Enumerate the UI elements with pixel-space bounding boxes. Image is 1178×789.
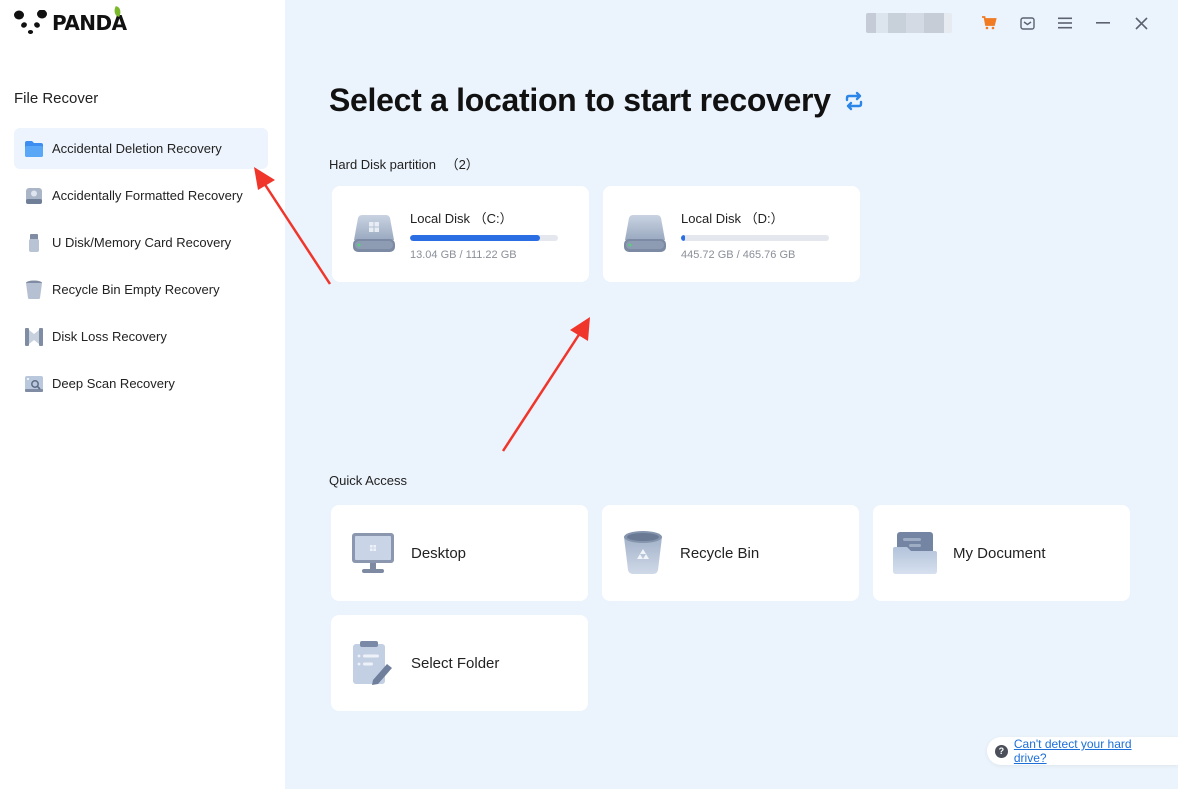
sidebar-item-label: Recycle Bin Empty Recovery — [52, 282, 220, 297]
hard-drive-icon — [353, 215, 395, 252]
quick-access-label: My Document — [953, 544, 1046, 562]
message-icon — [1019, 16, 1035, 30]
hard-drive-icon — [624, 215, 666, 252]
page-title: Select a location to start recovery — [329, 82, 865, 119]
panda-logo-icon — [14, 10, 47, 34]
user-account[interactable] — [866, 13, 952, 33]
sidebar-item-formatted[interactable]: Accidentally Formatted Recovery — [14, 175, 268, 216]
sidebar-item-label: U Disk/Memory Card Recovery — [52, 235, 232, 250]
app-logo-text: PANDA — [52, 6, 127, 35]
quick-access-label: Recycle Bin — [680, 544, 760, 562]
disk-size: 13.04 GB / 111.22 GB — [410, 248, 517, 261]
quick-access-heading: Quick Access — [329, 473, 408, 488]
sidebar-item-usb[interactable]: U Disk/Memory Card Recovery — [14, 222, 268, 263]
deep-scan-icon — [24, 374, 44, 394]
menu-icon — [1058, 17, 1072, 29]
select-folder-icon — [353, 641, 392, 685]
document-folder-icon — [893, 532, 937, 574]
disk-name: Local Disk （D:） — [681, 210, 784, 226]
close-button[interactable] — [1122, 12, 1160, 34]
sidebar-item-deep-scan[interactable]: Deep Scan Recovery — [14, 363, 268, 404]
message-button[interactable] — [1008, 12, 1046, 34]
partitions-count: （2） — [445, 157, 479, 172]
sidebar-nav: Accidental Deletion Recovery Accidentall… — [14, 128, 268, 410]
sidebar-item-label: Disk Loss Recovery — [52, 329, 167, 344]
annotation-arrow — [501, 317, 590, 452]
usb-icon — [24, 233, 44, 253]
app-logo: PANDA — [14, 6, 127, 38]
disk-usage-fill — [681, 234, 686, 241]
sidebar-item-accidental-deletion[interactable]: Accidental Deletion Recovery — [14, 128, 268, 169]
drive-icon — [24, 186, 44, 206]
disk-card-d[interactable]: Local Disk （D:） 445.72 GB / 465.76 GB — [603, 186, 860, 282]
quick-access-desktop[interactable]: Desktop — [331, 505, 588, 601]
question-icon: ? — [995, 744, 1008, 758]
disk-card-c[interactable]: Local Disk （C:） 13.04 GB / 111.22 GB — [332, 186, 589, 282]
cant-detect-drive-link[interactable]: Can't detect your hard drive? — [1014, 737, 1166, 765]
refresh-button[interactable] — [843, 90, 865, 112]
page-title-text: Select a location to start recovery — [329, 82, 831, 118]
sidebar-item-label: Accidental Deletion Recovery — [52, 141, 222, 156]
help-widget: ? Can't detect your hard drive? — [987, 737, 1178, 765]
sidebar: PANDA File Recover Accidental Deletion R… — [0, 0, 285, 789]
trash-icon — [24, 280, 44, 300]
minimize-button[interactable] — [1084, 12, 1122, 34]
cart-button[interactable] — [970, 12, 1008, 34]
close-icon — [1134, 16, 1148, 30]
minimize-icon — [1096, 22, 1110, 24]
quick-access-select-folder[interactable]: Select Folder — [331, 615, 588, 711]
quick-access-label: Select Folder — [411, 654, 500, 672]
sidebar-item-disk-loss[interactable]: Disk Loss Recovery — [14, 316, 268, 357]
quick-access-my-document[interactable]: My Document — [873, 505, 1130, 601]
quick-access-recycle-bin[interactable]: Recycle Bin — [602, 505, 859, 601]
refresh-icon — [845, 91, 862, 110]
section-title: File Recover — [14, 90, 99, 107]
partitions-heading: Hard Disk partition （2） — [329, 154, 479, 173]
sidebar-item-label: Deep Scan Recovery — [52, 376, 175, 391]
disk-usage-bar — [681, 234, 829, 241]
disk-usage-fill — [410, 234, 541, 241]
disk-usage-bar — [410, 234, 558, 241]
partitions-label: Hard Disk partition — [329, 157, 436, 172]
folder-icon — [24, 139, 44, 159]
sidebar-item-recycle-bin[interactable]: Recycle Bin Empty Recovery — [14, 269, 268, 310]
desktop-icon — [352, 533, 394, 573]
disk-size: 445.72 GB / 465.76 GB — [681, 248, 796, 261]
quick-access-label: Desktop — [411, 544, 467, 562]
disk-info: Local Disk （D:） 445.72 GB / 465.76 GB — [681, 208, 829, 261]
disk-loss-icon — [24, 327, 44, 347]
title-bar — [866, 12, 1160, 34]
cart-icon — [982, 16, 997, 30]
recycle-bin-icon — [624, 531, 662, 574]
disk-info: Local Disk （C:） 13.04 GB / 111.22 GB — [410, 208, 558, 261]
sidebar-item-label: Accidentally Formatted Recovery — [52, 188, 243, 203]
disk-name: Local Disk （C:） — [410, 210, 513, 226]
menu-button[interactable] — [1046, 12, 1084, 34]
